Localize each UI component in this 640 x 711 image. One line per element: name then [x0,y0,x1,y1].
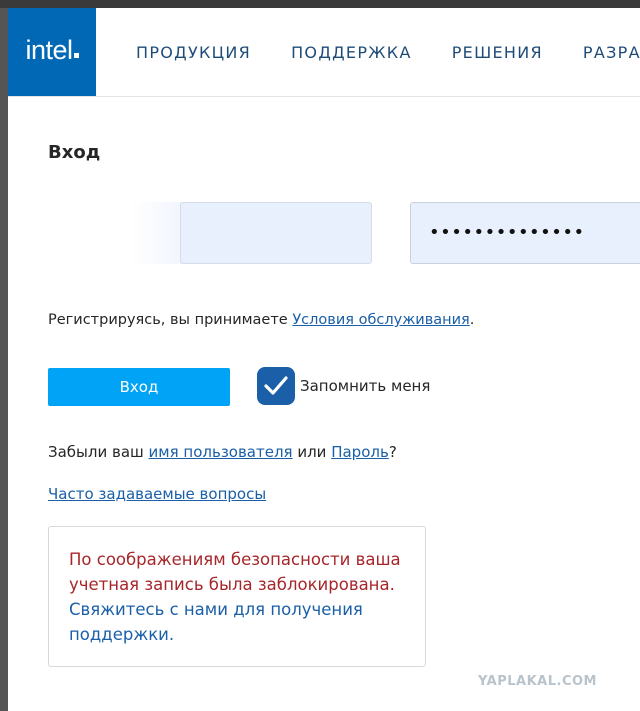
nav-support[interactable]: ПОДДЕРЖКА [291,43,412,62]
logo-text: intel [25,35,79,66]
nav-solutions[interactable]: РЕШЕНИЯ [452,43,543,62]
forgot-suffix: ? [388,443,397,461]
remember-me-label: Запомнить меня [300,377,431,395]
checkmark-icon [264,376,288,395]
window-top-bar [0,0,640,8]
window-left-edge [0,8,8,711]
nav-developers[interactable]: РАЗРА [583,43,640,62]
forgot-credentials: Забыли ваш имя пользователя или Пароль? [48,443,397,461]
watermark: YAPLAKAL.COM [478,674,597,689]
login-button[interactable]: Вход [48,368,230,406]
terms-suffix: . [469,312,475,328]
forgot-password-link[interactable]: Пароль [331,443,389,461]
nav-products[interactable]: ПРОДУКЦИЯ [136,43,251,62]
remember-me-checkbox[interactable] [257,367,295,405]
terms-prefix: Регистрируясь, вы принимаете [48,312,293,328]
redacted-area [8,202,184,264]
terms-notice: Регистрируясь, вы принимаете Условия обс… [48,312,474,328]
alert-text: По соображениям безопасности ваша учетна… [69,550,401,594]
faq-link[interactable]: Часто задаваемые вопросы [48,485,266,503]
forgot-username-link[interactable]: имя пользователя [149,443,293,461]
intel-logo[interactable]: intel [8,8,96,96]
faq-container: Часто задаваемые вопросы [48,485,266,503]
forgot-middle: или [292,443,332,461]
terms-link[interactable]: Условия обслуживания [292,312,469,328]
site-header: intel ПРОДУКЦИЯ ПОДДЕРЖКА РЕШЕНИЯ РАЗРА [8,8,640,97]
username-field[interactable] [180,202,372,264]
logo-dot-icon [73,52,79,58]
main-nav: ПРОДУКЦИЯ ПОДДЕРЖКА РЕШЕНИЯ РАЗРА [136,8,640,96]
contact-support-link[interactable]: Свяжитесь с нами для получения поддержки… [69,600,363,644]
account-locked-alert: По соображениям безопасности ваша учетна… [48,526,426,667]
forgot-prefix: Забыли ваш [48,443,149,461]
page-title: Вход [48,142,101,163]
password-field[interactable]: •••••••••••••• [410,202,640,264]
